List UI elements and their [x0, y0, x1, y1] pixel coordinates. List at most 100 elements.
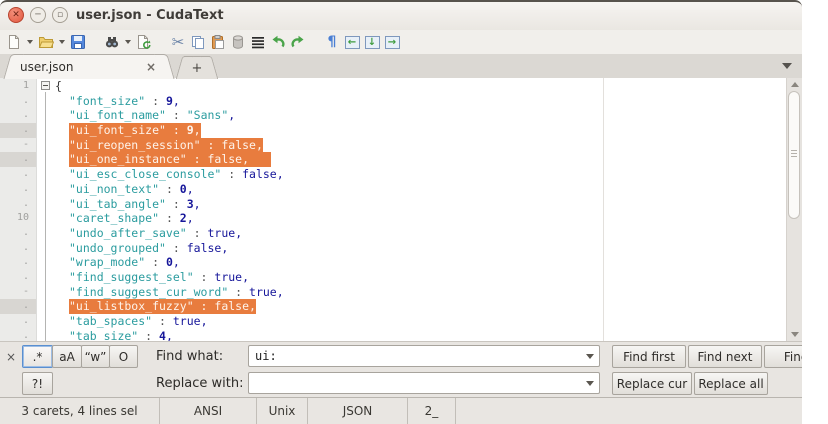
gutter-cell[interactable]: .	[0, 123, 36, 138]
new-file-dropdown-icon[interactable]	[27, 40, 33, 44]
code-line[interactable]: "caret_shape" : 2,	[55, 211, 782, 226]
code-line[interactable]: "wrap_mode" : 0,	[55, 255, 782, 270]
paste-icon[interactable]	[208, 32, 228, 52]
open-file-dropdown-icon[interactable]	[59, 40, 65, 44]
scroll-up-icon[interactable]	[791, 82, 799, 87]
minimize-window-icon[interactable]: ─	[30, 7, 46, 23]
gutter-cell[interactable]: .	[0, 241, 36, 256]
code-line[interactable]: "undo_grouped" : false,	[55, 241, 782, 256]
cut-icon[interactable]: ✂	[168, 32, 188, 52]
gutter-cell[interactable]: -	[0, 285, 36, 300]
new-file-icon[interactable]	[4, 32, 24, 52]
show-nonprinting-icon[interactable]: ¶	[322, 32, 342, 52]
code-line[interactable]: "ui_listbox_fuzzy" : false,	[55, 299, 782, 314]
selected-text: "ui_reopen_session" : false,	[69, 137, 263, 153]
gutter-cell[interactable]: .	[0, 108, 36, 123]
replace-cur-button[interactable]: Replace cur	[612, 372, 692, 395]
tabbar: user.json × +	[0, 54, 802, 80]
unindent-icon[interactable]: ←	[342, 32, 362, 52]
gutter-cell[interactable]: .	[0, 152, 36, 168]
indent-icon[interactable]: →	[382, 32, 402, 52]
replace-all-button[interactable]: Replace all	[694, 372, 768, 395]
code-line[interactable]: "ui_font_size" : 9,	[55, 123, 782, 138]
fold-line	[45, 92, 46, 341]
code-line[interactable]: "ui_one_instance" : false,	[55, 152, 782, 168]
code-line[interactable]: "find_suggest_sel" : true,	[55, 270, 782, 285]
find-prev-button[interactable]: Find prev	[764, 345, 802, 368]
gutter-cell[interactable]: .	[0, 270, 36, 285]
status-line-ends-cell[interactable]: Unix	[257, 398, 308, 424]
gutter-cell[interactable]: .	[0, 182, 36, 197]
find-first-button[interactable]: Find first	[612, 345, 686, 368]
right-margin-line	[603, 78, 604, 341]
select-all-icon[interactable]	[248, 32, 268, 52]
case-option-button[interactable]: aA	[52, 345, 82, 368]
maximize-window-icon[interactable]: ▫	[52, 7, 68, 23]
window-controls: ✕ ─ ▫	[8, 7, 68, 23]
replace-input[interactable]	[248, 372, 600, 394]
open-file-icon[interactable]	[36, 32, 56, 52]
line-text: "find_suggest_cur_word" : true,	[69, 284, 284, 299]
scrollbar-thumb[interactable]	[788, 91, 800, 219]
find-icon[interactable]	[102, 32, 122, 52]
code-line[interactable]: {	[55, 79, 782, 94]
gutter-cell[interactable]: .	[0, 255, 36, 270]
gutter-cell[interactable]: .	[0, 314, 36, 329]
wrapped-option-button[interactable]: O	[109, 345, 138, 368]
gutter-cell[interactable]: 10	[0, 211, 36, 226]
copy-icon[interactable]	[188, 32, 208, 52]
scroll-down-icon[interactable]	[791, 332, 799, 337]
status-encoding-cell[interactable]: ANSI	[160, 398, 257, 424]
delete-icon[interactable]	[228, 32, 248, 52]
tab-list-dropdown-icon[interactable]	[782, 63, 792, 69]
close-window-icon[interactable]: ✕	[8, 7, 24, 23]
status-lexer-cell[interactable]: JSON	[308, 398, 408, 424]
line-text: "undo_after_save" : true,	[69, 225, 243, 240]
confirm-replace-button[interactable]: ?!	[22, 372, 53, 395]
save-file-icon[interactable]	[68, 32, 88, 52]
find-next-button[interactable]: Find next	[688, 345, 762, 368]
new-tab-button[interactable]: +	[184, 56, 210, 79]
find-dropdown-icon[interactable]	[125, 40, 131, 44]
code-area[interactable]: {"font_size" : 9, "ui_font_name" : "Sans"…	[55, 79, 782, 343]
words-option-button[interactable]: “w”	[81, 345, 110, 368]
find-input[interactable]	[248, 345, 600, 367]
code-line[interactable]: "find_suggest_cur_word" : true,	[55, 285, 782, 300]
gutter-cell[interactable]: .	[0, 226, 36, 241]
code-line[interactable]: "font_size" : 9,	[55, 94, 782, 109]
find-what-label: Find what:	[156, 349, 224, 364]
gutter-cell[interactable]: .	[0, 167, 36, 182]
gutter-cell[interactable]: .	[0, 197, 36, 212]
code-line[interactable]: "ui_tab_angle" : 3,	[55, 197, 782, 212]
code-line[interactable]: "undo_after_save" : true,	[55, 226, 782, 241]
code-line[interactable]: "ui_non_text" : 0,	[55, 182, 782, 197]
status-tab-cell[interactable]: 2_	[408, 398, 456, 424]
find-close-icon[interactable]: ×	[6, 350, 16, 364]
line-text: "wrap_mode" : 0,	[69, 255, 180, 270]
gutter-cell[interactable]: .	[0, 299, 36, 314]
move-down-icon[interactable]: ↓	[362, 32, 382, 52]
code-line[interactable]: "ui_esc_close_console" : false,	[55, 167, 782, 182]
titlebar: ✕ ─ ▫ user.json - CudaText	[0, 0, 802, 30]
code-line[interactable]: "tab_spaces" : true,	[55, 314, 782, 329]
code-line[interactable]: "ui_reopen_session" : false,	[55, 137, 782, 153]
gutter-cell[interactable]: -	[0, 138, 36, 153]
regex-option-button[interactable]: .*	[22, 345, 53, 368]
tab-close-icon[interactable]: ×	[146, 60, 158, 74]
gutter-cell[interactable]: .	[0, 94, 36, 109]
fold-collapse-icon[interactable]	[41, 81, 50, 90]
editor-area: 1... -.... 10.... -... {"font_size" : 9, "ui…	[0, 78, 802, 343]
tab-user-json[interactable]: user.json ×	[14, 54, 164, 79]
gutter-cell[interactable]: 1	[0, 79, 36, 94]
code-line[interactable]: "ui_font_name" : "Sans",	[55, 108, 782, 123]
vertical-scrollbar[interactable]	[786, 78, 802, 341]
reload-file-icon[interactable]	[134, 32, 154, 52]
window-title: user.json - CudaText	[76, 8, 224, 23]
redo-icon[interactable]	[288, 32, 308, 52]
find-history-dropdown-icon[interactable]	[586, 354, 594, 359]
replace-history-dropdown-icon[interactable]	[586, 381, 594, 386]
line-text: "ui_esc_close_console" : false,	[69, 167, 284, 182]
undo-icon[interactable]	[268, 32, 288, 52]
app-window: ✕ ─ ▫ user.json - CudaText ✂ ¶ ← ↓ → use…	[0, 0, 802, 424]
tab-label: user.json	[20, 60, 74, 74]
